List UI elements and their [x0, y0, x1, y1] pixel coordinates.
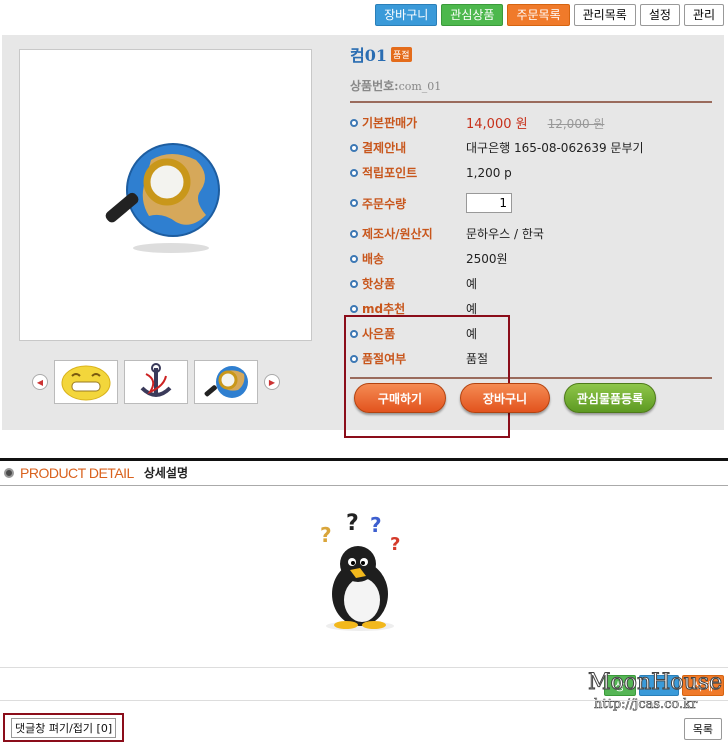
top-toolbar: 장바구니 관심상품 주문목록 관리목록 설정 관리 — [375, 4, 724, 26]
svg-text:?: ? — [390, 534, 400, 555]
svg-text:?: ? — [370, 513, 382, 537]
content-divider — [0, 667, 728, 668]
wishlist-button[interactable]: 관심상품 — [441, 4, 504, 26]
add-to-cart-button[interactable]: 장바구니 — [460, 383, 550, 413]
list-button[interactable]: 목록 — [683, 718, 722, 740]
points-label: 적립포인트 — [362, 166, 418, 180]
detail-header: PRODUCT DETAIL 상세설명 — [4, 464, 188, 481]
buy-button[interactable]: 구매하기 — [354, 383, 446, 413]
globe-magnifier-icon — [105, 143, 220, 253]
header-underline — [0, 485, 728, 486]
field-maker: 제조사/원산지 문하우스 / 한국 — [350, 221, 712, 246]
watermark-title: MoonHouse — [587, 670, 723, 696]
orders-button[interactable]: 주문목록 — [507, 4, 570, 26]
thumbnail-smiley[interactable] — [54, 360, 118, 404]
field-payment: 결제안내 대구은행 165-08-062639 문부기 — [350, 135, 712, 160]
bullet-icon — [350, 304, 358, 313]
maker-value: 문하우스 / 한국 — [466, 227, 544, 241]
smiley-icon — [61, 365, 111, 401]
hot-value: 예 — [466, 277, 478, 291]
product-code-value: com_01 — [398, 80, 442, 93]
payment-value: 대구은행 165-08-062639 문부기 — [466, 141, 644, 155]
quantity-input[interactable] — [466, 193, 512, 213]
maker-label: 제조사/원산지 — [362, 227, 433, 241]
hot-label: 핫상품 — [362, 277, 396, 291]
cart-button[interactable]: 장바구니 — [375, 4, 438, 26]
detail-heading-ko: 상세설명 — [143, 466, 189, 480]
globe-icon — [204, 366, 248, 398]
sold-out-badge: 품절 — [391, 46, 412, 62]
product-panel: ◀ ▶ 컴01 품절 상품번호:com_01 기본판매가 14,000 원 12… — [2, 35, 724, 438]
bullet-icon — [350, 199, 358, 207]
bullet-icon — [350, 279, 358, 288]
payment-label: 결제안내 — [362, 141, 407, 155]
section-divider — [0, 458, 728, 461]
field-price: 기본판매가 14,000 원 12,000 원 — [350, 110, 712, 135]
field-hot: 핫상품 예 — [350, 271, 712, 296]
thumbnail-strip: ◀ ▶ — [32, 360, 280, 404]
settings-button[interactable]: 설정 — [639, 4, 680, 26]
prev-arrow-icon[interactable]: ◀ — [32, 374, 48, 390]
field-shipping: 배송 2500원 — [350, 246, 712, 271]
action-buttons: 구매하기 장바구니 관심물품등록 — [354, 383, 656, 413]
product-code: 상품번호:com_01 — [350, 77, 712, 103]
bullet-icon — [350, 118, 358, 127]
bullet-icon — [350, 229, 358, 238]
thumbnail-globe[interactable] — [194, 360, 258, 404]
svg-text:?: ? — [320, 523, 332, 547]
product-fields: 기본판매가 14,000 원 12,000 원 결제안내 대구은행 165-08-… — [344, 110, 712, 438]
bullet-icon — [350, 254, 358, 263]
product-code-label: 상품번호: — [350, 79, 399, 93]
detail-heading: PRODUCT DETAIL — [20, 464, 134, 481]
thumbnail-anchor[interactable] — [124, 360, 188, 404]
comment-toggle-button[interactable]: 댓글창 펴기/접기 [0] — [11, 717, 117, 738]
original-price-value: 12,000 원 — [547, 117, 605, 131]
price-label: 기본판매가 — [362, 116, 418, 130]
bullet-icon — [4, 467, 14, 478]
next-arrow-icon[interactable]: ▶ — [264, 374, 280, 390]
penguin-icon: ? ? ? ? — [320, 511, 400, 631]
anchor-icon — [140, 363, 172, 397]
shipping-label: 배송 — [362, 252, 385, 266]
main-product-image — [19, 49, 312, 341]
admin-button[interactable]: 관리 — [683, 4, 724, 26]
comment-toggle-box: 댓글창 펴기/접기 [0] — [3, 713, 125, 742]
field-quantity: 주문수량 — [350, 185, 712, 221]
bullet-icon — [350, 143, 358, 152]
highlight-box — [344, 315, 510, 438]
product-info: 컴01 품절 상품번호:com_01 기본판매가 14,000 원 12,000 … — [344, 41, 712, 438]
add-wishlist-button[interactable]: 관심물품등록 — [564, 383, 656, 413]
admin-list-button[interactable]: 관리목록 — [573, 4, 636, 26]
product-title: 컴01 — [350, 46, 387, 65]
bullet-icon — [350, 168, 358, 177]
bottom-divider — [0, 700, 728, 701]
price-value: 14,000 원 — [466, 117, 528, 132]
quantity-label: 주문수량 — [362, 196, 407, 211]
detail-image: ? ? ? ? — [316, 511, 412, 637]
shipping-value: 2500원 — [466, 252, 508, 266]
points-value: 1,200 p — [466, 165, 512, 180]
svg-text:?: ? — [346, 512, 359, 536]
field-points: 적립포인트 1,200 p — [350, 160, 712, 185]
